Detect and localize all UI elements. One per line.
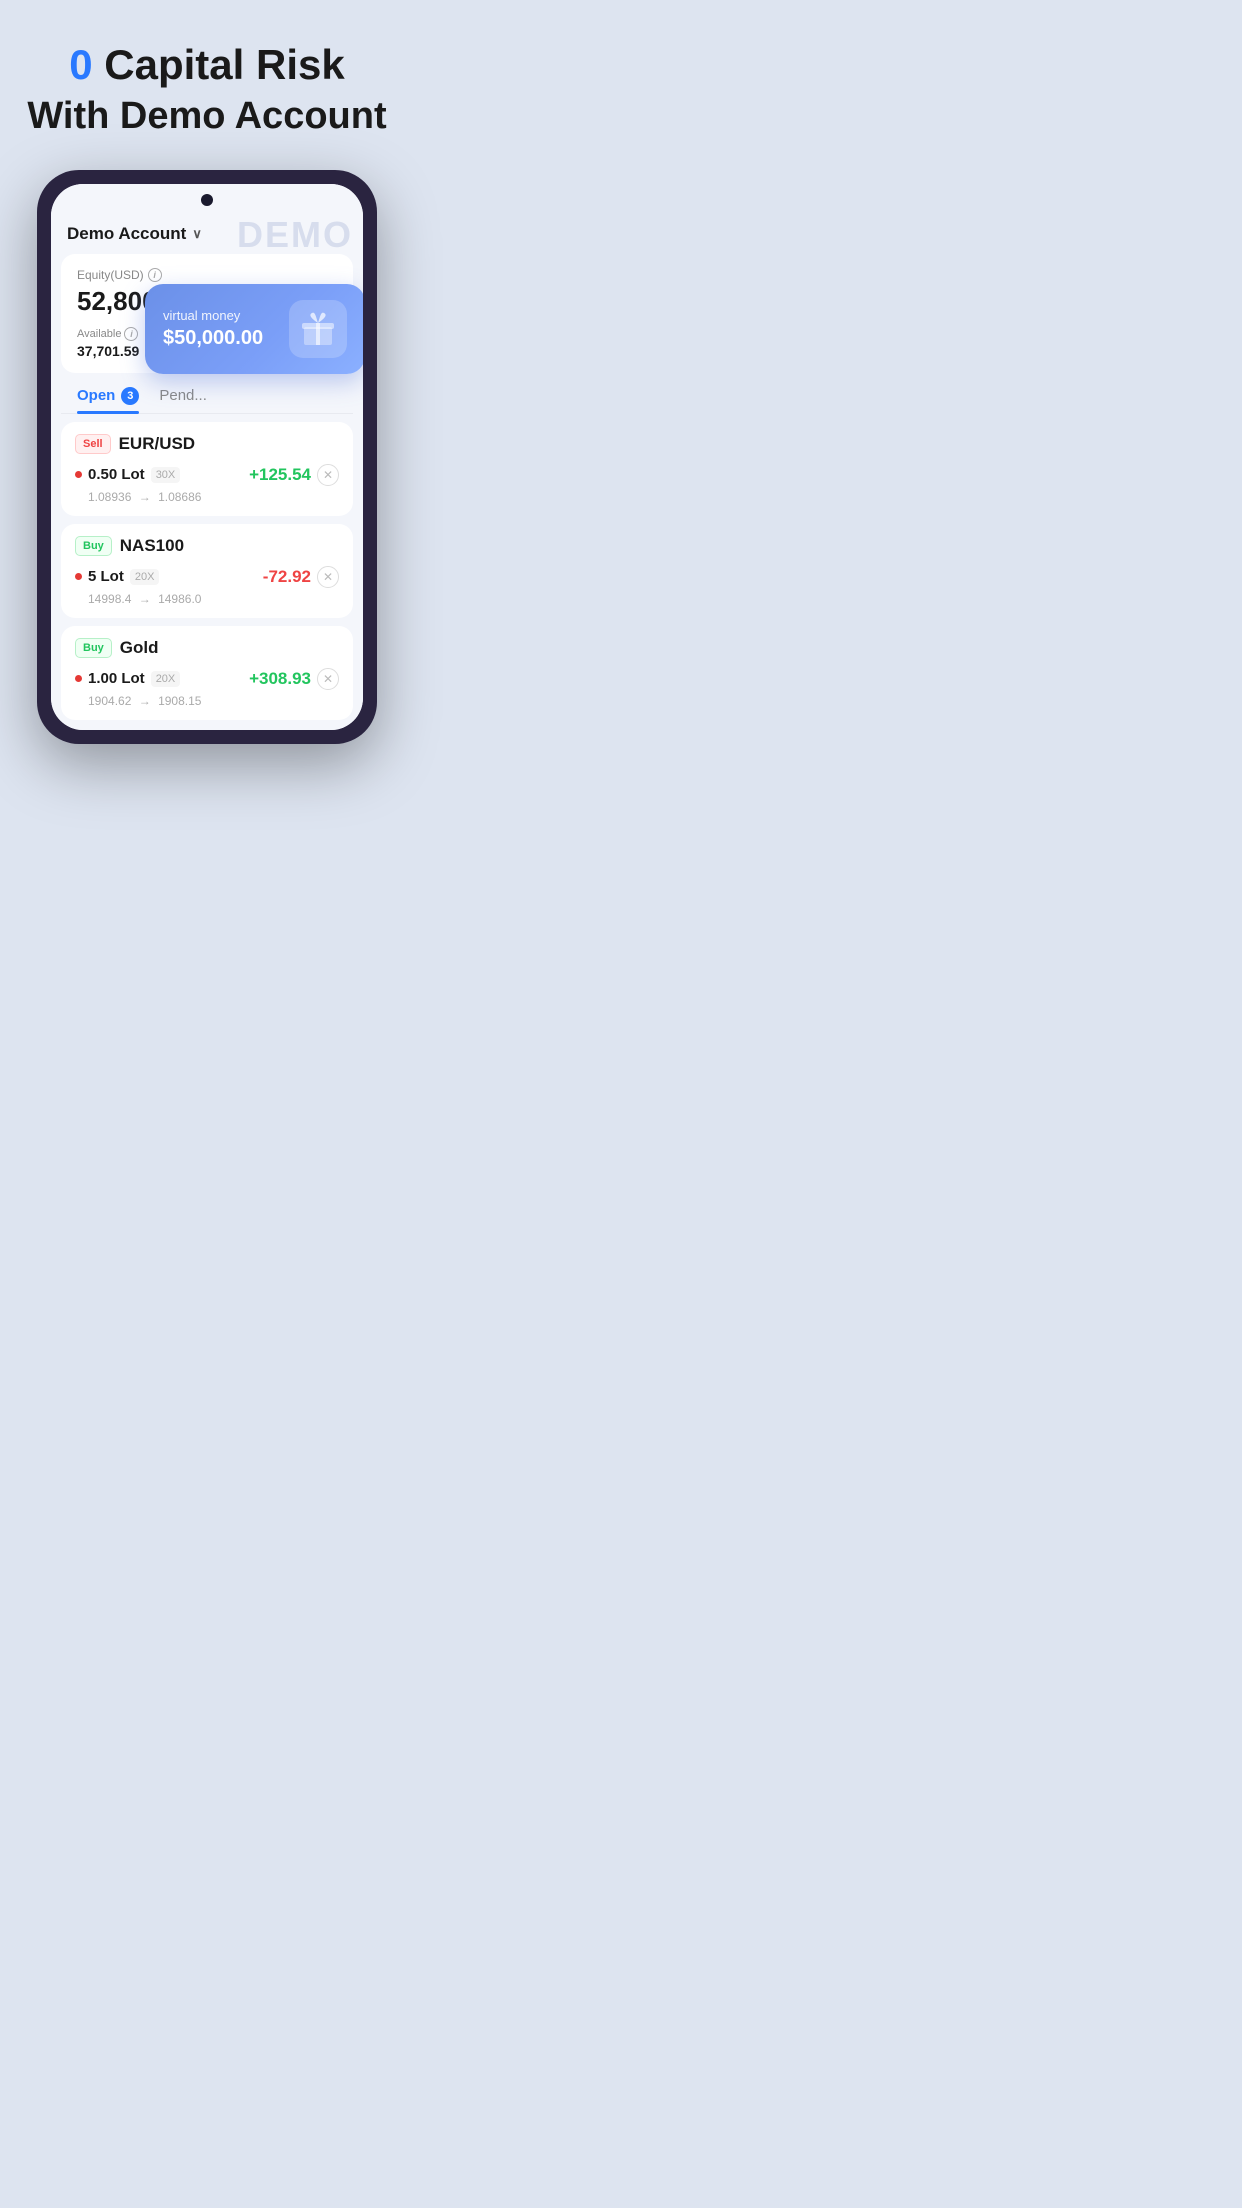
app-header: Demo Account ∨ DEMO	[51, 216, 363, 254]
demo-watermark: DEMO	[237, 214, 353, 256]
trade-symbol-eurusd: EUR/USD	[119, 434, 196, 454]
trade-header-eurusd: Sell EUR/USD	[75, 434, 339, 454]
trade-pnl-eurusd: +125.54	[249, 465, 311, 485]
available-value: 37,701.59	[77, 343, 139, 359]
trade-header-gold: Buy Gold	[75, 638, 339, 658]
trade-detail-left-nas100: 5 Lot 20X	[75, 568, 159, 585]
trade-card-eurusd: Sell EUR/USD 0.50 Lot 30X +125.54 ✕ 1.0	[61, 422, 353, 516]
equity-info-icon[interactable]: i	[148, 268, 162, 282]
close-trade-eurusd[interactable]: ✕	[317, 464, 339, 486]
available-info-icon[interactable]: i	[124, 327, 138, 341]
trade-type-buy-nas: Buy	[75, 536, 112, 556]
trade-type-sell: Sell	[75, 434, 111, 454]
phone-frame: Demo Account ∨ DEMO Equity(USD) i 52,800…	[37, 170, 377, 744]
arrow-icon: →	[139, 694, 151, 708]
trade-prices-nas100: 14998.4 → 14986.0	[75, 592, 339, 606]
camera-dot	[201, 194, 213, 206]
hero-section: 0 Capital Risk With Demo Account	[27, 40, 386, 140]
available-item: Available i 37,701.59	[77, 327, 139, 359]
equity-card: Equity(USD) i 52,800.21 +360.55 Availabl…	[61, 254, 353, 373]
trade-dot-eurusd	[75, 471, 82, 478]
trade-prices-eurusd: 1.08936 → 1.08686	[75, 490, 339, 504]
chevron-down-icon: ∨	[192, 226, 202, 242]
virtual-money-amount: $50,000.00	[163, 327, 263, 350]
trade-type-buy-gold: Buy	[75, 638, 112, 658]
virtual-card-text: virtual money $50,000.00	[163, 308, 263, 350]
trade-leverage-gold: 20X	[151, 671, 181, 687]
app-content: Demo Account ∨ DEMO Equity(USD) i 52,800…	[51, 216, 363, 730]
trade-lot-nas100: 5 Lot	[88, 568, 124, 585]
trade-detail-left-eurusd: 0.50 Lot 30X	[75, 466, 180, 483]
camera-bar	[51, 184, 363, 216]
trade-lot-gold: 1.00 Lot	[88, 670, 145, 687]
trade-detail-eurusd: 0.50 Lot 30X +125.54 ✕	[75, 464, 339, 486]
account-name: Demo Account	[67, 224, 186, 244]
close-trade-nas100[interactable]: ✕	[317, 566, 339, 588]
trade-leverage-eurusd: 30X	[151, 467, 181, 483]
virtual-money-card: virtual money $50,000.00	[145, 284, 363, 374]
arrow-icon: →	[139, 490, 151, 504]
trade-pnl-nas100: -72.92	[263, 567, 311, 587]
arrow-icon: →	[139, 592, 151, 606]
trade-detail-gold: 1.00 Lot 20X +308.93 ✕	[75, 668, 339, 690]
gift-icon	[289, 300, 347, 358]
account-selector[interactable]: Demo Account ∨	[67, 224, 202, 244]
hero-title-main: Capital Risk	[104, 41, 344, 88]
trade-dot-gold	[75, 675, 82, 682]
close-trade-gold[interactable]: ✕	[317, 668, 339, 690]
equity-label: Equity(USD) i	[77, 268, 337, 282]
trade-card-gold: Buy Gold 1.00 Lot 20X +308.93 ✕ 1904.62	[61, 626, 353, 720]
hero-subtitle: With Demo Account	[27, 94, 386, 140]
trade-prices-gold: 1904.62 → 1908.15	[75, 694, 339, 708]
tab-open[interactable]: Open 3	[77, 387, 139, 413]
hero-zero: 0	[69, 41, 92, 88]
trade-symbol-gold: Gold	[120, 638, 159, 658]
tabs-row: Open 3 Pend...	[61, 381, 353, 414]
virtual-money-label: virtual money	[163, 308, 263, 323]
trade-lot-eurusd: 0.50 Lot	[88, 466, 145, 483]
phone-screen: Demo Account ∨ DEMO Equity(USD) i 52,800…	[51, 184, 363, 730]
trade-leverage-nas100: 20X	[130, 569, 160, 585]
open-tab-badge: 3	[121, 387, 139, 405]
tab-pending[interactable]: Pend...	[159, 387, 207, 413]
trade-header-nas100: Buy NAS100	[75, 536, 339, 556]
trade-dot-nas100	[75, 573, 82, 580]
trade-pnl-gold: +308.93	[249, 669, 311, 689]
trade-detail-nas100: 5 Lot 20X -72.92 ✕	[75, 566, 339, 588]
trade-detail-left-gold: 1.00 Lot 20X	[75, 670, 180, 687]
trade-symbol-nas100: NAS100	[120, 536, 184, 556]
trade-card-nas100: Buy NAS100 5 Lot 20X -72.92 ✕ 14998.4	[61, 524, 353, 618]
